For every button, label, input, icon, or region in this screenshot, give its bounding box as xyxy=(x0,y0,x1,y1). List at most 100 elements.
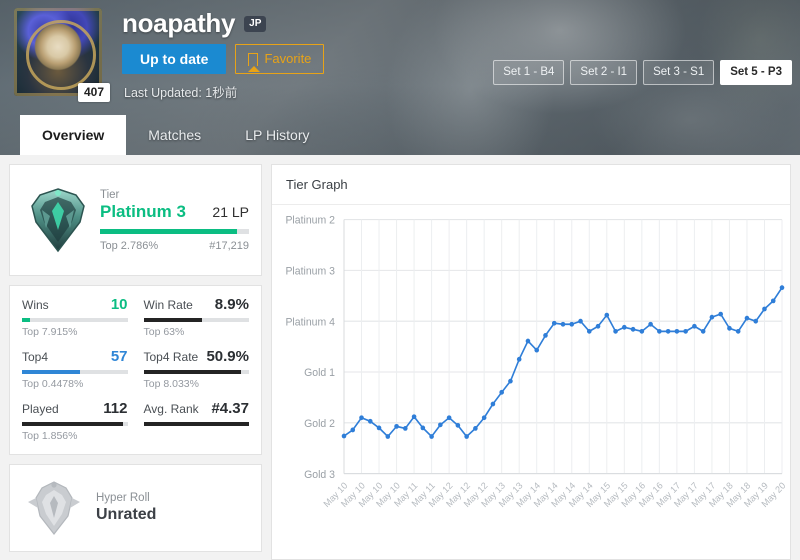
chart-data-point[interactable] xyxy=(779,285,785,291)
chart-data-point[interactable] xyxy=(341,433,347,439)
stat-wins: Wins 10 Top 7.915% xyxy=(22,296,128,338)
stat-bar xyxy=(143,318,249,322)
tab-bar: Overview Matches LP History xyxy=(20,115,332,155)
chart-data-point[interactable] xyxy=(692,323,697,329)
stat-label: Avg. Rank xyxy=(143,402,199,416)
region-badge: JP xyxy=(244,15,267,32)
tier-graph-chart[interactable]: Platinum 2 Platinum 3 Platinum 4 Gold 1 Gold… xyxy=(272,205,790,559)
stat-subtext: Top 1.856% xyxy=(22,430,78,442)
chart-data-point[interactable] xyxy=(613,328,618,334)
stat-header: Played 112 xyxy=(22,400,128,417)
chart-data-point[interactable] xyxy=(446,415,452,421)
chart-data-point[interactable] xyxy=(359,415,364,421)
summoner-name-row: noapathy JP xyxy=(122,8,267,39)
set-button-1[interactable]: Set 1 - B4 xyxy=(493,60,565,85)
stat-label: Win Rate xyxy=(143,298,193,312)
hyper-roll-label: Hyper Roll xyxy=(96,492,150,504)
chart-data-point[interactable] xyxy=(350,427,356,433)
favorite-button[interactable]: Favorite xyxy=(235,44,325,74)
chart-data-point[interactable] xyxy=(516,356,522,362)
chart-data-point[interactable] xyxy=(420,425,426,431)
chart-data-point[interactable] xyxy=(473,426,478,431)
chart-data-point[interactable] xyxy=(464,434,469,439)
favorite-button-label: Favorite xyxy=(264,51,312,66)
stat-bar xyxy=(143,422,249,426)
set-selector: Set 1 - B4 Set 2 - I1 Set 3 - S1 Set 5 - P3 xyxy=(493,60,792,85)
hyper-roll-emblem-icon xyxy=(22,476,86,540)
tab-lp-history[interactable]: LP History xyxy=(223,115,331,155)
chart-data-point[interactable] xyxy=(429,434,434,439)
stat-subtext: Top 0.4478% xyxy=(22,378,84,390)
chart-data-point[interactable] xyxy=(604,312,610,318)
left-column: Tier Platinum 3 21 LP Top 2.786% #17,219… xyxy=(9,164,262,560)
chart-data-point[interactable] xyxy=(648,321,653,327)
chart-data-point[interactable] xyxy=(657,328,662,334)
chart-data-point[interactable] xyxy=(727,325,732,331)
page-body: Tier Platinum 3 21 LP Top 2.786% #17,219… xyxy=(0,155,800,560)
stat-label: Top4 Rate xyxy=(143,350,199,364)
tier-label: Tier xyxy=(100,188,120,201)
hyper-roll-value: Unrated xyxy=(96,506,157,523)
chart-data-point[interactable] xyxy=(481,415,487,421)
stat-top4: Top4 57 Top 0.4478% xyxy=(22,348,128,390)
chart-data-point[interactable] xyxy=(753,318,759,324)
chart-data-point[interactable] xyxy=(534,347,540,353)
stat-label: Top4 xyxy=(22,350,49,364)
chart-data-point[interactable] xyxy=(508,378,513,384)
chart-data-point[interactable] xyxy=(735,328,741,334)
chart-data-point[interactable] xyxy=(586,328,592,334)
set-button-4[interactable]: Set 5 - P3 xyxy=(720,60,792,85)
stat-bar xyxy=(143,370,249,374)
stat-subtext: Top 7.915% xyxy=(22,326,78,338)
update-button[interactable]: Up to date xyxy=(122,44,227,74)
stat-bar xyxy=(22,318,128,322)
chart-data-point[interactable] xyxy=(411,414,417,420)
chart-data-point[interactable] xyxy=(700,328,706,334)
chart-data-point[interactable] xyxy=(490,401,496,407)
chart-y-tick: Platinum 3 xyxy=(285,265,335,277)
chart-data-point[interactable] xyxy=(709,314,715,320)
chart-data-point[interactable] xyxy=(630,326,636,332)
chart-data-point[interactable] xyxy=(367,418,373,424)
chart-data-point[interactable] xyxy=(385,434,391,439)
chart-data-point[interactable] xyxy=(770,298,776,304)
set-button-3[interactable]: Set 3 - S1 xyxy=(643,60,715,85)
tab-overview[interactable]: Overview xyxy=(20,115,127,155)
tier-lp: 21 LP xyxy=(212,203,249,220)
chart-data-point[interactable] xyxy=(499,389,504,395)
chart-data-point[interactable] xyxy=(376,425,382,431)
chart-data-point[interactable] xyxy=(674,328,680,334)
chart-data-point[interactable] xyxy=(455,422,461,428)
chart-data-point[interactable] xyxy=(394,423,399,429)
avatar[interactable]: 407 xyxy=(14,8,110,102)
stat-bar xyxy=(22,422,128,426)
chart-data-point[interactable] xyxy=(543,333,548,338)
chart-y-tick: Gold 1 xyxy=(304,367,335,379)
chart-data-point[interactable] xyxy=(665,328,671,334)
hyper-roll-info: Hyper Roll Unrated xyxy=(86,492,156,524)
chart-data-point[interactable] xyxy=(438,422,443,428)
chart-data-point[interactable] xyxy=(744,315,750,321)
chart-data-point[interactable] xyxy=(622,324,627,330)
stat-played: Played 112 Top 1.856% xyxy=(22,400,128,442)
set-button-2[interactable]: Set 2 - I1 xyxy=(570,60,638,85)
last-updated-text: Last Updated: 1秒前 xyxy=(124,86,238,100)
chart-data-point[interactable] xyxy=(525,338,531,344)
stat-header: Top4 Rate 50.9% xyxy=(144,348,250,365)
chart-data-point[interactable] xyxy=(762,306,767,312)
chart-data-point[interactable] xyxy=(569,321,575,327)
chart-data-point[interactable] xyxy=(718,311,723,317)
tier-rank: #17,219 xyxy=(209,239,249,252)
chart-data-point[interactable] xyxy=(403,426,408,431)
chart-data-point[interactable] xyxy=(578,318,583,324)
chart-data-point[interactable] xyxy=(683,328,688,334)
chart-data-point[interactable] xyxy=(639,328,645,334)
stat-value: #4.37 xyxy=(211,400,249,417)
chart-data-point[interactable] xyxy=(560,321,566,327)
bookmark-icon xyxy=(247,52,260,72)
profile-header: 407 noapathy JP Up to date Favorite Last… xyxy=(0,0,800,155)
chart-data-point[interactable] xyxy=(595,323,601,329)
chart-data-point[interactable] xyxy=(551,320,557,326)
tab-matches[interactable]: Matches xyxy=(126,115,223,155)
stat-header: Win Rate 8.9% xyxy=(144,296,250,313)
